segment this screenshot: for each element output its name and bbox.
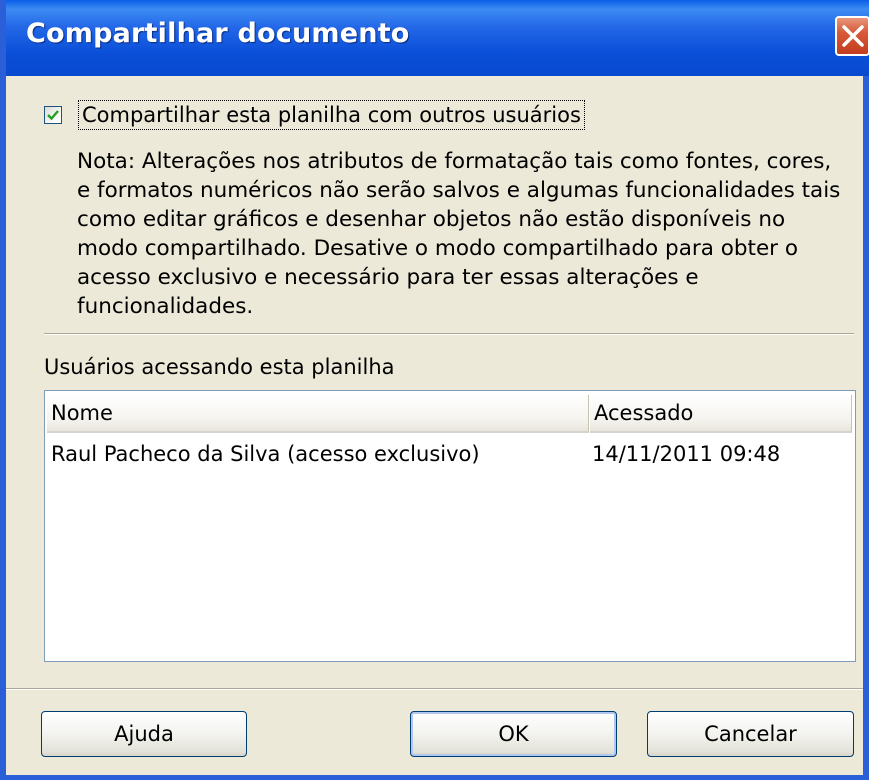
check-mark-icon (47, 110, 59, 121)
share-note: Nota: Alterações nos atributos de format… (77, 149, 841, 319)
share-checkbox-label[interactable]: Compartilhar esta planilha com outros us… (78, 100, 585, 130)
close-icon (842, 25, 864, 47)
separator (44, 333, 854, 335)
cancel-button[interactable]: Cancelar (647, 711, 854, 757)
users-list-header: Nome Acessado (45, 391, 855, 437)
users-list[interactable]: Nome Acessado Raul Pacheco da Silva (ace… (44, 390, 856, 662)
share-checkbox[interactable] (44, 106, 62, 124)
column-header-nome[interactable]: Nome (47, 395, 589, 433)
users-list-label: Usuários acessando esta planilha (44, 355, 395, 379)
column-header-acessado[interactable]: Acessado (590, 395, 852, 433)
dialog-title: Compartilhar documento (26, 18, 410, 49)
close-button[interactable] (835, 16, 869, 56)
list-item[interactable]: Raul Pacheco da Silva (acesso exclusivo)… (45, 439, 855, 469)
accessed-cell: 14/11/2011 09:48 (592, 442, 781, 466)
user-name-cell: Raul Pacheco da Silva (acesso exclusivo) (51, 442, 480, 466)
share-workbook-dialog: Compartilhar documento Compartilhar esta… (0, 0, 869, 780)
title-bar[interactable]: Compartilhar documento (6, 0, 869, 76)
ok-button[interactable]: OK (410, 711, 617, 757)
help-button[interactable]: Ajuda (41, 711, 247, 757)
button-separator (6, 688, 863, 690)
